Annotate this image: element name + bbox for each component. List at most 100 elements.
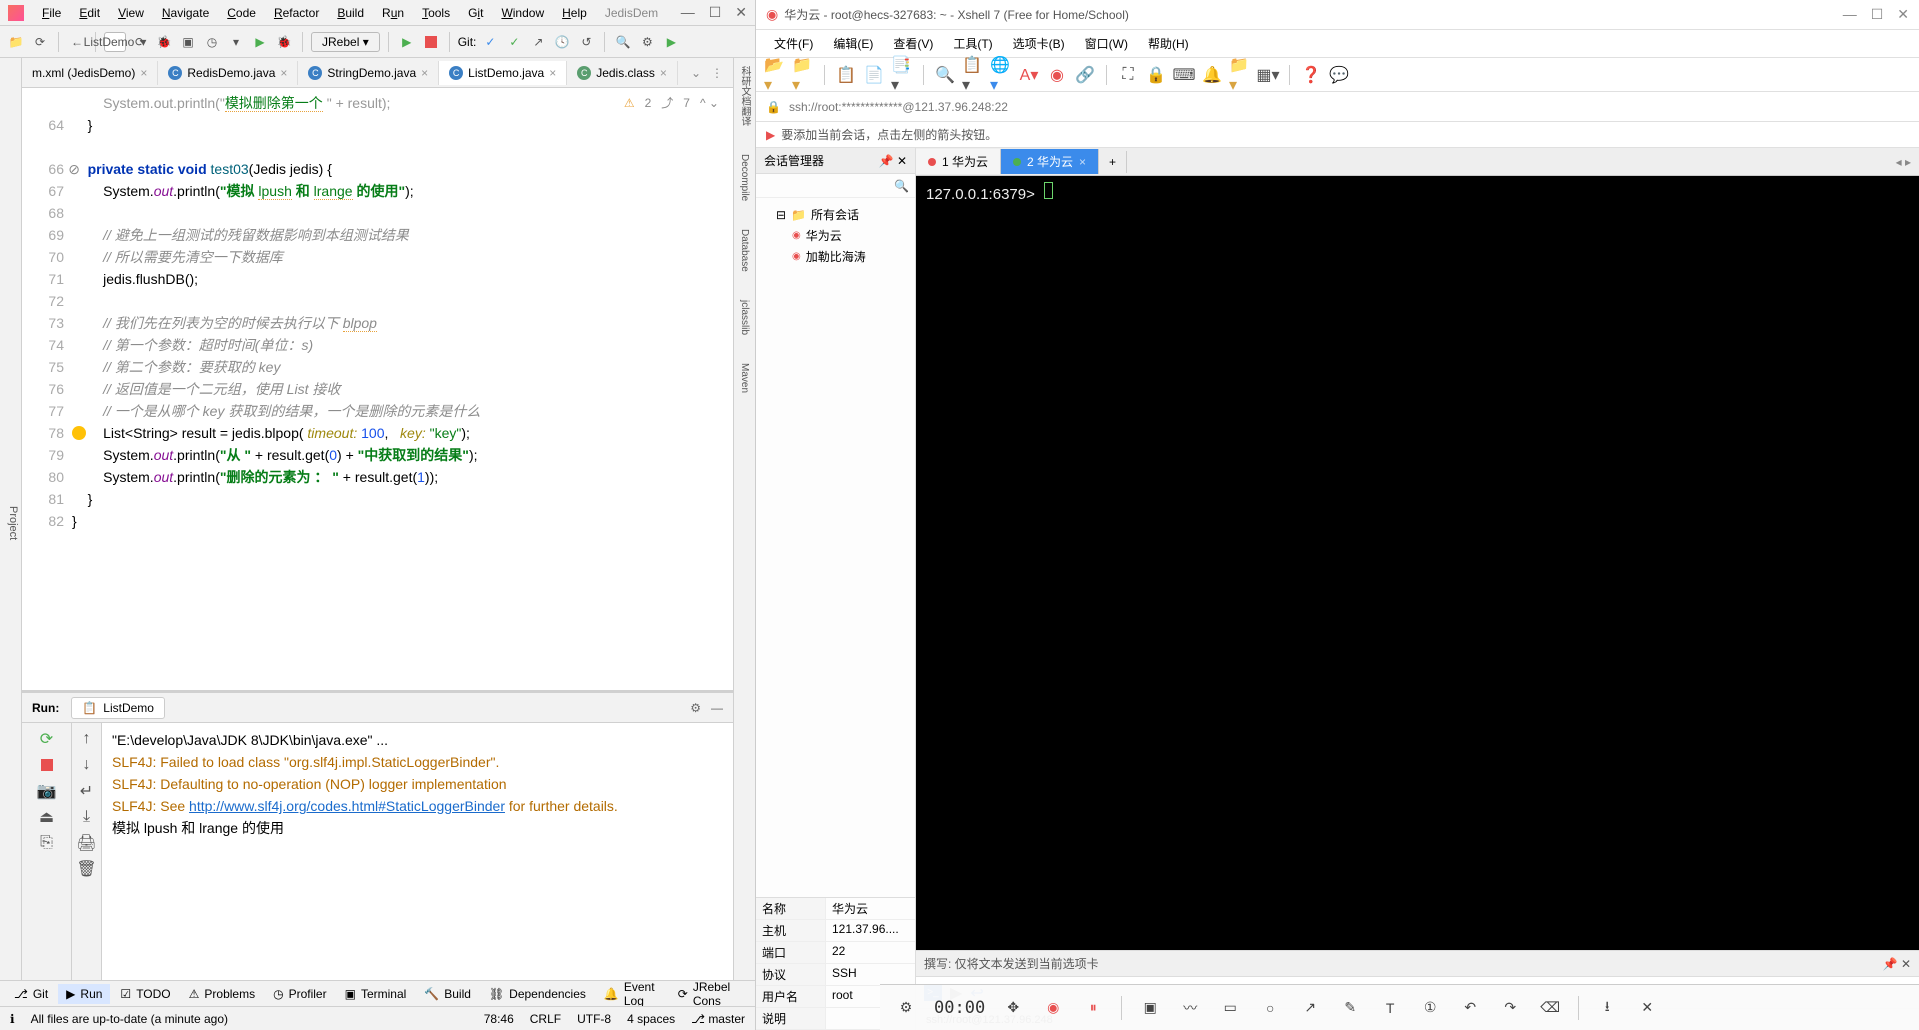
side-decompile[interactable]: Decompile	[739, 154, 750, 201]
bell-icon[interactable]: 🔔	[1201, 64, 1223, 86]
address-bar[interactable]: 🔒 ssh://root:*************@121.37.96.248…	[756, 92, 1919, 122]
close-icon[interactable]: ×	[280, 66, 287, 80]
copy-icon[interactable]: 📋	[835, 64, 857, 86]
camera-icon[interactable]: 📷	[37, 781, 57, 801]
rerun-icon[interactable]: ⟳	[37, 729, 57, 749]
menu-window[interactable]: Window	[493, 3, 552, 23]
bottom-profiler[interactable]: ◷ Profiler	[265, 984, 335, 1004]
font-icon[interactable]: A▾	[1018, 64, 1040, 86]
tree-root[interactable]: ⊟📁所有会话	[762, 204, 909, 225]
code-icon[interactable]: ⎘	[37, 833, 57, 853]
paste-icon[interactable]: 📄	[863, 64, 885, 86]
rerun-icon[interactable]: ⟳	[130, 32, 150, 52]
prev-tab-icon[interactable]: ◂	[1896, 155, 1902, 169]
bottom-deps[interactable]: ⛓ Dependencies	[481, 984, 594, 1004]
hide-icon[interactable]: —	[711, 701, 723, 715]
search-icon[interactable]: 🔍	[934, 64, 956, 86]
close-icon[interactable]: ×	[549, 66, 556, 80]
tabs-list-icon[interactable]: ⋮	[711, 66, 723, 80]
tree-item[interactable]: ◉华为云	[762, 225, 909, 246]
tab-redisdemo[interactable]: CRedisDemo.java×	[158, 61, 298, 85]
xs-menu-edit[interactable]: 编辑(E)	[825, 32, 881, 55]
xs-menu-tools[interactable]: 工具(T)	[945, 32, 1000, 55]
run-config[interactable]: ListDemo ▾	[104, 32, 126, 52]
minimize-icon[interactable]: —	[681, 4, 695, 21]
region-icon[interactable]: ▣	[1138, 996, 1162, 1020]
encoding[interactable]: UTF-8	[577, 1012, 611, 1026]
tab-listdemo[interactable]: CListDemo.java×	[439, 61, 567, 85]
globe-icon[interactable]: 🌐▾	[990, 64, 1012, 86]
git-history-icon[interactable]: 🕓	[552, 32, 572, 52]
run-tab[interactable]: 📋ListDemo	[71, 697, 165, 719]
xs-menu-file[interactable]: 文件(F)	[766, 32, 821, 55]
bottom-terminal[interactable]: ▣ Terminal	[337, 984, 415, 1004]
menu-run[interactable]: Run	[374, 3, 412, 23]
close-icon[interactable]: ×	[421, 66, 428, 80]
help-icon[interactable]: ❓	[1300, 64, 1322, 86]
menu-tools[interactable]: Tools	[414, 3, 458, 23]
git-rollback-icon[interactable]: ↺	[576, 32, 596, 52]
tree-item[interactable]: ◉加勒比海涛	[762, 246, 909, 267]
sync-icon[interactable]: ⟳	[30, 32, 50, 52]
tabs-more-icon[interactable]: ⌄	[691, 66, 701, 80]
exit-icon[interactable]: ✕	[1635, 996, 1659, 1020]
git-push-icon[interactable]: ↗	[528, 32, 548, 52]
indent[interactable]: 4 spaces	[627, 1012, 675, 1026]
maximize-icon[interactable]: ☐	[1871, 6, 1884, 23]
term-tab-2[interactable]: 2 华为云×	[1001, 149, 1099, 174]
branch[interactable]: ⎇ master	[691, 1012, 745, 1026]
xs-menu-tab[interactable]: 选项卡(B)	[1005, 32, 1073, 55]
console-link[interactable]: http://www.slf4j.org/codes.html#StaticLo…	[189, 798, 505, 814]
xs-menu-window[interactable]: 窗口(W)	[1077, 32, 1136, 55]
open-icon[interactable]: 📁	[6, 32, 26, 52]
link-icon[interactable]: 🔗	[1074, 64, 1096, 86]
chat-icon[interactable]: 💬	[1328, 64, 1350, 86]
undo-icon[interactable]: ↶	[1458, 996, 1482, 1020]
side-database[interactable]: Database	[739, 229, 750, 272]
bottom-problems[interactable]: ⚠ Problems	[181, 984, 263, 1004]
run-icon[interactable]: ▶	[397, 32, 417, 52]
record-icon[interactable]: ◉	[1041, 996, 1065, 1020]
more-run-icon[interactable]: ▾	[226, 32, 246, 52]
redo-icon[interactable]: ↷	[1498, 996, 1522, 1020]
inspection-widget[interactable]: ⚠2 ⤴7 ^ ⌄	[624, 94, 719, 111]
xs-menu-view[interactable]: 查看(V)	[885, 32, 941, 55]
stop-icon[interactable]	[37, 755, 57, 775]
gear-icon[interactable]: ⚙	[690, 701, 701, 715]
bottom-todo[interactable]: ☑ TODO	[112, 984, 178, 1004]
lock-icon[interactable]: 🔒	[1145, 64, 1167, 86]
menu-git[interactable]: Git	[460, 3, 491, 23]
close-icon[interactable]: ✕	[1897, 6, 1909, 23]
props-icon[interactable]: 📑▾	[891, 64, 913, 86]
menu-help[interactable]: Help	[554, 3, 595, 23]
stop-icon[interactable]	[421, 32, 441, 52]
clear-icon[interactable]: 🗑	[77, 859, 97, 879]
arrow-icon[interactable]: ↗	[1298, 996, 1322, 1020]
bulb-icon[interactable]	[72, 426, 86, 440]
bottom-git[interactable]: ⎇ Git	[6, 984, 56, 1004]
term-tab-1[interactable]: 1 华为云	[916, 149, 1001, 174]
jrebel-debug-icon[interactable]: 🐞	[274, 32, 294, 52]
gear-icon[interactable]: ⚙	[894, 996, 918, 1020]
fullscreen-icon[interactable]: ⛶	[1117, 64, 1139, 86]
clipboard-icon[interactable]: 📋▾	[962, 64, 984, 86]
move-icon[interactable]: ✥	[1001, 996, 1025, 1020]
bottom-build[interactable]: 🔨 Build	[416, 984, 479, 1004]
transfer-icon[interactable]: 📁▾	[1229, 64, 1251, 86]
down-icon[interactable]: ↓	[77, 755, 97, 775]
record-icon[interactable]: ◉	[1046, 64, 1068, 86]
tab-jedis[interactable]: CJedis.class×	[567, 61, 678, 85]
session-tree[interactable]: ⊟📁所有会话 ◉华为云 ◉加勒比海涛	[756, 198, 915, 897]
side-translate[interactable]: 科研文档翻译	[737, 66, 752, 126]
close-icon[interactable]: ✕	[735, 4, 747, 21]
menu-edit[interactable]: Edit	[71, 3, 108, 23]
search-icon[interactable]: 🔍	[894, 179, 909, 193]
pin-icon[interactable]: 📌	[879, 154, 894, 168]
scroll-icon[interactable]: ⤓	[77, 807, 97, 827]
line-ending[interactable]: CRLF	[530, 1012, 561, 1026]
profile-icon[interactable]: ◷	[202, 32, 222, 52]
git-update-icon[interactable]: ✓	[480, 32, 500, 52]
side-jclasslib[interactable]: jclasslib	[739, 300, 750, 335]
jrebel-combo[interactable]: JRebel ▾	[311, 32, 380, 52]
close-icon[interactable]: ×	[1079, 155, 1086, 169]
